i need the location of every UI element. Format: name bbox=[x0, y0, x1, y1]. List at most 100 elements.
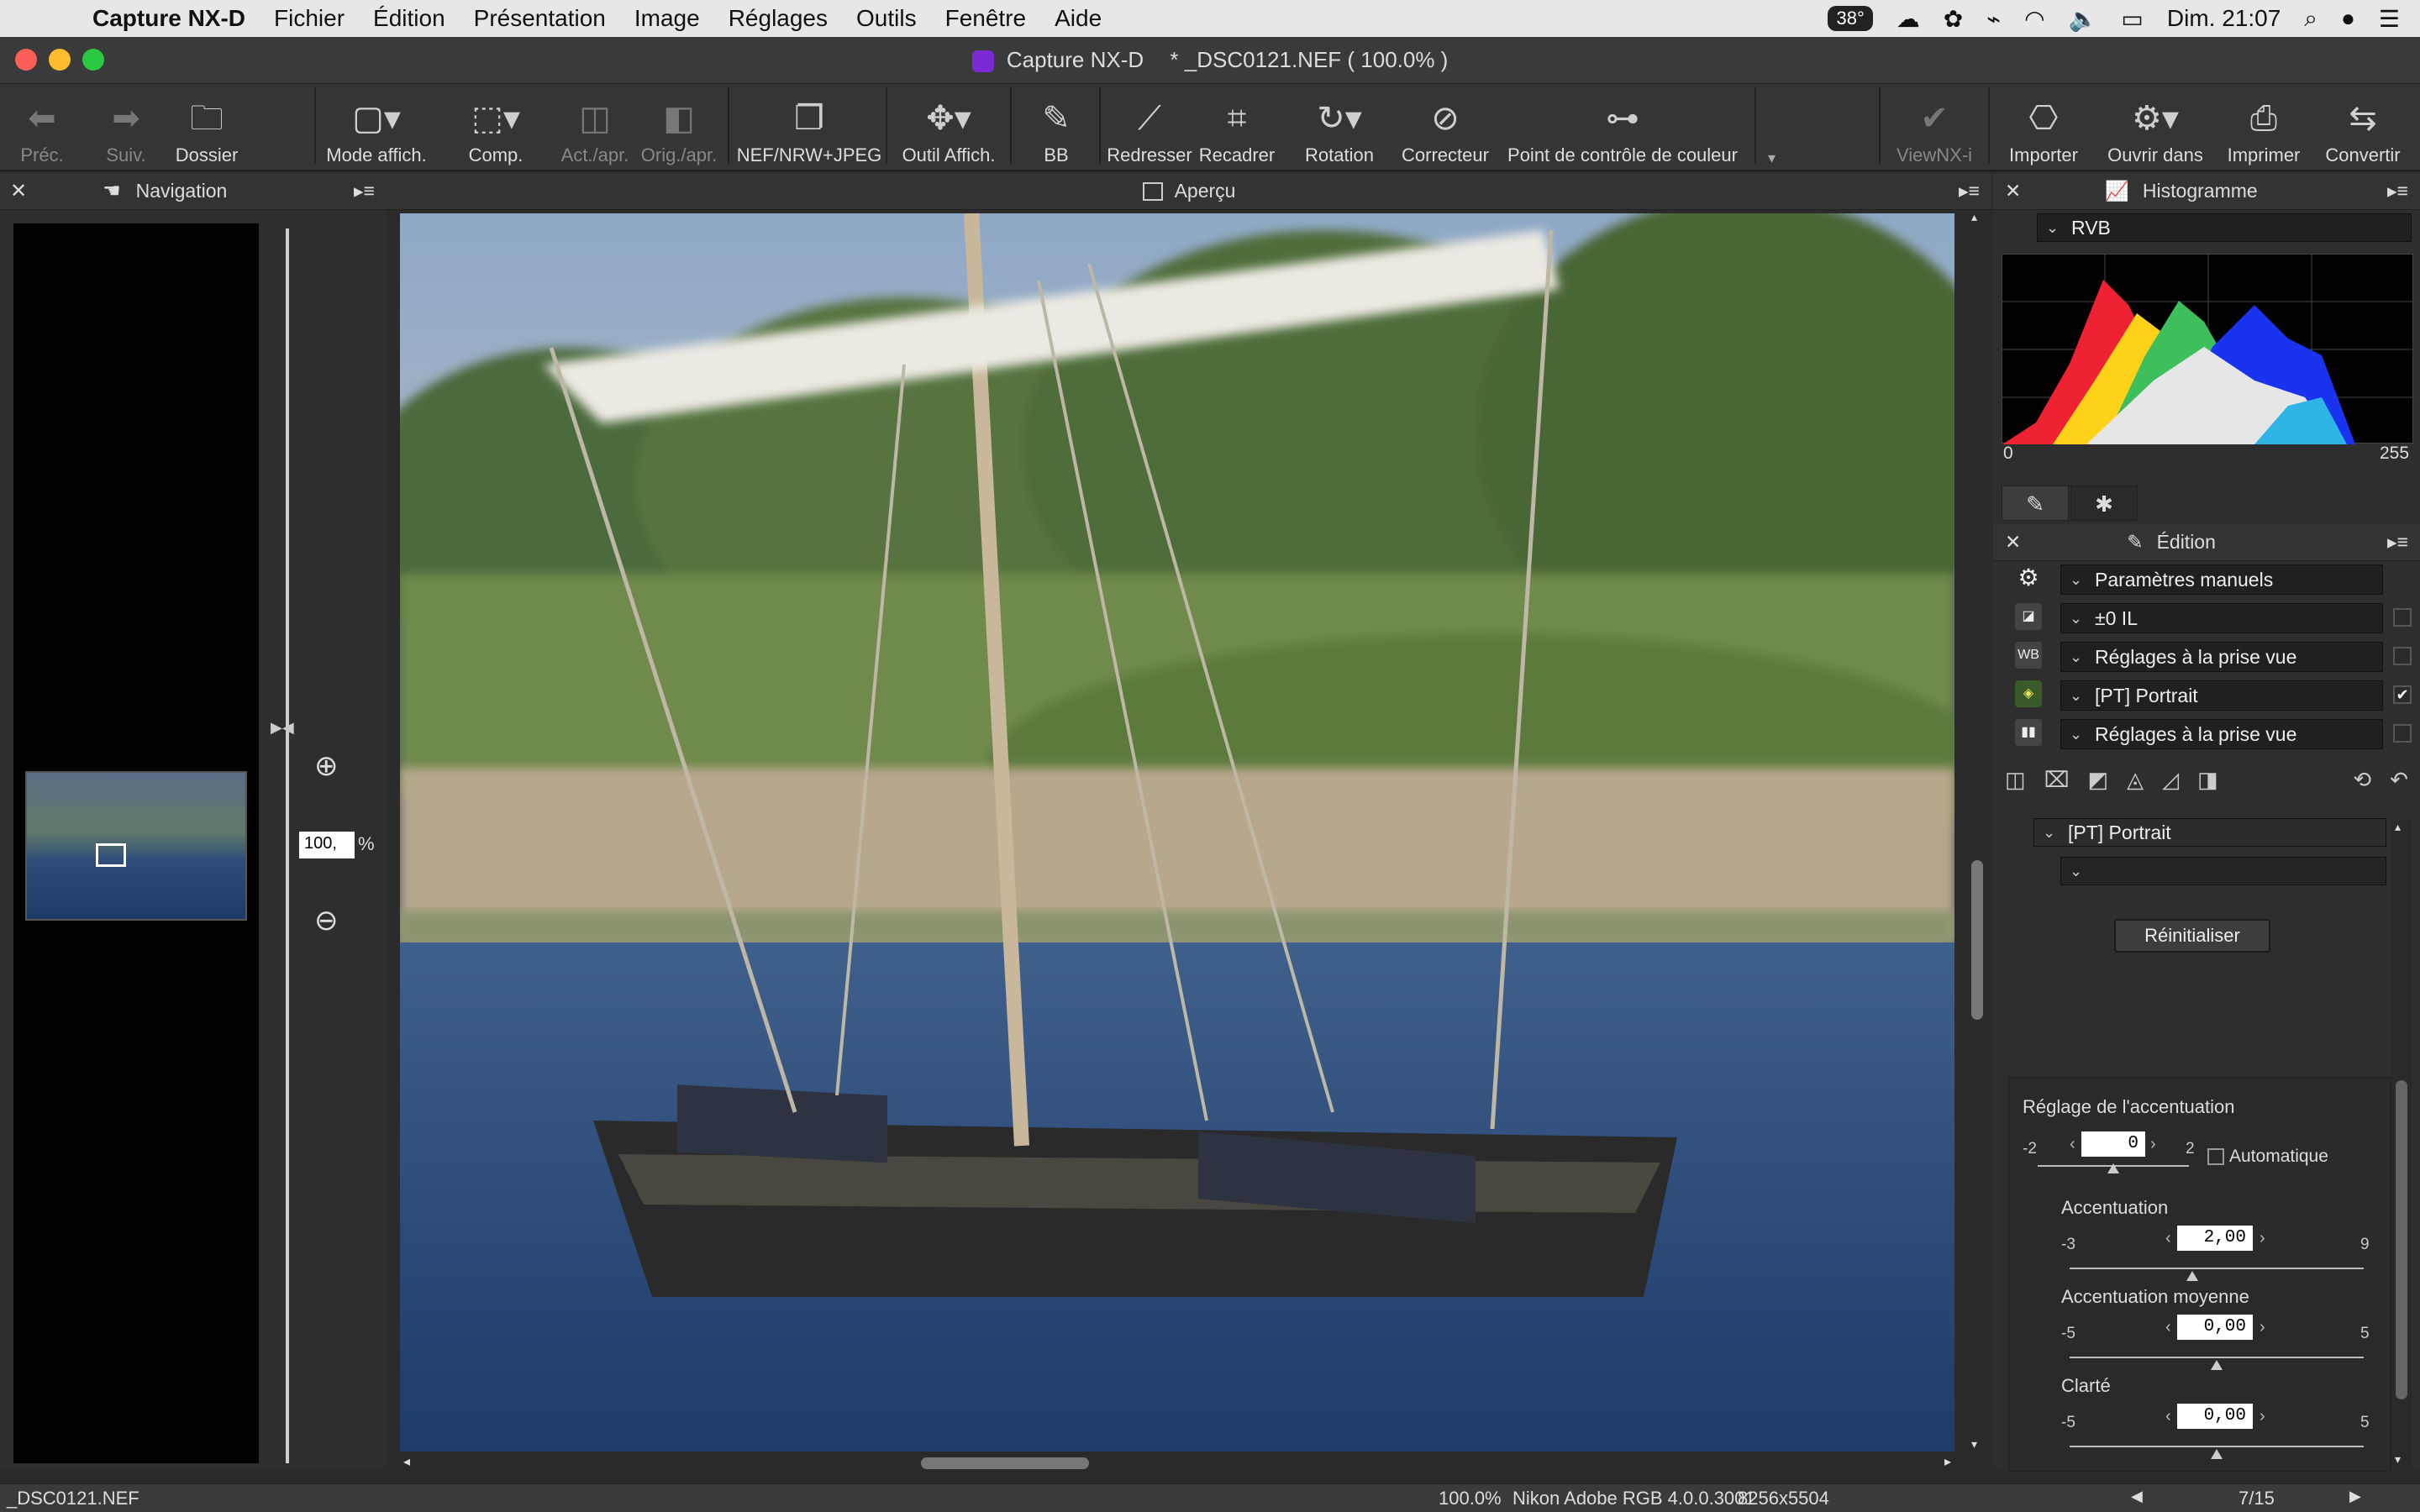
distortion-icon[interactable]: ⌧ bbox=[2044, 767, 2070, 793]
slider-1-increment[interactable]: › bbox=[2260, 1318, 2265, 1337]
import-button[interactable]: ⎔ Importer bbox=[2003, 91, 2084, 166]
vertical-scrollbar[interactable]: ▴ ▾ bbox=[1968, 210, 1986, 1452]
edit-scroll-thumb[interactable] bbox=[2396, 1080, 2407, 1399]
tab-tools[interactable]: ✱ bbox=[2070, 486, 2138, 521]
slider-0-input[interactable]: 2,00 bbox=[2177, 1226, 2253, 1251]
slider-1-track[interactable] bbox=[2070, 1357, 2364, 1358]
zoom-input[interactable]: 100, bbox=[299, 832, 355, 858]
menu-edition[interactable]: Édition bbox=[373, 5, 445, 32]
straighten-button[interactable]: ⟋ Redresser bbox=[1106, 91, 1193, 166]
panel-menu-icon[interactable]: ▸≡ bbox=[354, 180, 375, 202]
wifi-icon[interactable]: ◠ bbox=[2024, 5, 2044, 33]
view-tool-button[interactable]: ✥▾ Outil Affich. bbox=[894, 91, 1003, 166]
retouch-button[interactable]: ⊘ Correcteur bbox=[1400, 91, 1491, 166]
navigator-viewport-box[interactable] bbox=[96, 843, 126, 867]
edit-scrollbar[interactable]: ▴ ▾ bbox=[2391, 820, 2412, 1467]
compare-button[interactable]: ⬚▾ Comp. bbox=[462, 91, 529, 166]
quick-increment[interactable]: › bbox=[2150, 1135, 2156, 1154]
siri-icon[interactable]: ● bbox=[2341, 5, 2355, 32]
slider-1-knob[interactable] bbox=[2211, 1360, 2223, 1370]
reset-button[interactable]: Réinitialiser bbox=[2114, 919, 2270, 953]
nef-jpeg-button[interactable]: ❐ NEF/NRW+JPEG bbox=[736, 91, 882, 166]
menu-fichier[interactable]: Fichier bbox=[274, 5, 345, 32]
slider-2-track[interactable] bbox=[2070, 1446, 2364, 1447]
volume-icon[interactable]: 🔈 bbox=[2069, 5, 2098, 33]
scroll-up-icon[interactable]: ▴ bbox=[2395, 820, 2401, 834]
scroll-down-icon[interactable]: ▾ bbox=[1971, 1437, 1977, 1452]
picture-control-checkbox[interactable]: ✔ bbox=[2393, 685, 2412, 704]
close-icon[interactable]: ✕ bbox=[10, 179, 27, 203]
auto-checkbox[interactable] bbox=[2207, 1148, 2224, 1165]
quick-sharpen-knob[interactable] bbox=[2107, 1163, 2119, 1173]
panel-menu-icon[interactable]: ▸≡ bbox=[2387, 531, 2408, 554]
scroll-right-icon[interactable]: ▸ bbox=[1944, 1453, 1951, 1470]
scroll-left-icon[interactable]: ◂ bbox=[403, 1453, 410, 1470]
antenna-icon[interactable]: ⌁ bbox=[1986, 5, 2001, 33]
panel-menu-icon[interactable]: ▸≡ bbox=[2387, 180, 2408, 202]
menu-aide[interactable]: Aide bbox=[1055, 5, 1102, 32]
navigator-thumbnail[interactable] bbox=[25, 771, 247, 921]
temperature-badge[interactable]: 38° bbox=[1828, 6, 1873, 31]
folder-button[interactable]: 🗀 Dossier bbox=[166, 91, 247, 166]
horizontal-scrollbar[interactable]: ◂ ▸ bbox=[400, 1453, 1954, 1473]
slider-0-increment[interactable]: › bbox=[2260, 1229, 2265, 1248]
open-in-button[interactable]: ⚙▾ Ouvrir dans bbox=[2101, 91, 2210, 166]
white-balance-button[interactable]: ✎ BB bbox=[1035, 91, 1077, 166]
crop-button[interactable]: ⌗ Recadrer bbox=[1197, 91, 1277, 166]
color-icon[interactable]: ◨ bbox=[2197, 767, 2218, 793]
picture-control-variant-select[interactable]: ⌄ bbox=[2060, 857, 2386, 885]
photo-image[interactable] bbox=[400, 213, 1954, 1452]
print-button[interactable]: ⎙ Imprimer bbox=[2223, 91, 2304, 166]
slider-1-input[interactable]: 0,00 bbox=[2177, 1315, 2253, 1340]
prev-image-icon[interactable]: ◀ bbox=[2131, 1488, 2143, 1505]
exposure-checkbox[interactable] bbox=[2393, 608, 2412, 627]
zoom-slider-knob[interactable]: ▶◀ bbox=[271, 719, 294, 737]
convert-button[interactable]: ⇆ Convertir bbox=[2321, 91, 2405, 166]
slider-2-increment[interactable]: › bbox=[2260, 1407, 2265, 1426]
slider-2-decrement[interactable]: ‹ bbox=[2165, 1407, 2171, 1426]
vertical-scroll-thumb[interactable] bbox=[1971, 860, 1983, 1020]
scroll-up-icon[interactable]: ▴ bbox=[1971, 210, 1977, 224]
menu-presentation[interactable]: Présentation bbox=[474, 5, 606, 32]
tone-curve-icon[interactable]: ◩ bbox=[2088, 767, 2109, 793]
lens-icon[interactable]: ◬ bbox=[2127, 767, 2144, 793]
scroll-down-icon[interactable]: ▾ bbox=[2395, 1452, 2401, 1467]
slider-0-decrement[interactable]: ‹ bbox=[2165, 1229, 2171, 1248]
view-mode-button[interactable]: ▢▾ Mode affich. bbox=[319, 91, 434, 166]
nr-icon[interactable]: ◫ bbox=[2005, 767, 2026, 793]
panel-menu-icon[interactable]: ▸≡ bbox=[1959, 180, 1980, 202]
orig-after-button[interactable]: ◧ Orig./apr. bbox=[635, 91, 723, 166]
battery-icon[interactable]: ▭ bbox=[2121, 5, 2143, 33]
before-after-button[interactable]: ◫ Act./apr. bbox=[555, 91, 635, 166]
viewnx-button[interactable]: ✔ ViewNX-i bbox=[1894, 91, 1975, 166]
picture-control-sub-select[interactable]: ⌄ [PT] Portrait bbox=[2033, 818, 2386, 847]
tab-edit[interactable]: ✎ bbox=[2002, 486, 2069, 521]
menu-reglages[interactable]: Réglages bbox=[729, 5, 828, 32]
exposure-select[interactable]: ⌄ ±0 IL bbox=[2060, 603, 2383, 633]
quick-decrement[interactable]: ‹ bbox=[2070, 1135, 2075, 1154]
toolbar-overflow-icon[interactable]: ▾ bbox=[1768, 150, 1776, 167]
clock[interactable]: Dim. 21:07 bbox=[2167, 5, 2281, 32]
white-balance-select[interactable]: ⌄ Réglages à la prise vue bbox=[2060, 642, 2383, 672]
edit-preset-select[interactable]: ⌄ Paramètres manuels bbox=[2060, 564, 2383, 595]
shooting-settings-select[interactable]: ⌄ Réglages à la prise vue bbox=[2060, 719, 2383, 749]
zoom-in-icon[interactable]: ⊕ bbox=[314, 749, 339, 783]
next-button[interactable]: ➡ Suiv. bbox=[97, 91, 155, 166]
rotate-button[interactable]: ↻▾ Rotation bbox=[1299, 91, 1380, 166]
slider-0-track[interactable] bbox=[2070, 1268, 2364, 1269]
levels-icon[interactable]: ◿ bbox=[2162, 767, 2179, 793]
prev-button[interactable]: ⬅ Préc. bbox=[13, 91, 71, 166]
slider-0-knob[interactable] bbox=[2186, 1271, 2198, 1281]
zoom-out-icon[interactable]: ⊖ bbox=[314, 904, 339, 937]
slider-1-decrement[interactable]: ‹ bbox=[2165, 1318, 2171, 1337]
undo-icon[interactable]: ↶ bbox=[2390, 767, 2408, 793]
menu-outils[interactable]: Outils bbox=[856, 5, 917, 32]
history-icon[interactable]: ⟲ bbox=[2353, 767, 2371, 793]
slider-2-input[interactable]: 0,00 bbox=[2177, 1404, 2253, 1429]
slider-2-knob[interactable] bbox=[2211, 1449, 2223, 1459]
menu-fenetre[interactable]: Fenêtre bbox=[945, 5, 1027, 32]
shooting-settings-checkbox[interactable] bbox=[2393, 724, 2412, 743]
menu-image[interactable]: Image bbox=[634, 5, 700, 32]
white-balance-checkbox[interactable] bbox=[2393, 647, 2412, 665]
next-image-icon[interactable]: ▶ bbox=[2349, 1488, 2361, 1505]
